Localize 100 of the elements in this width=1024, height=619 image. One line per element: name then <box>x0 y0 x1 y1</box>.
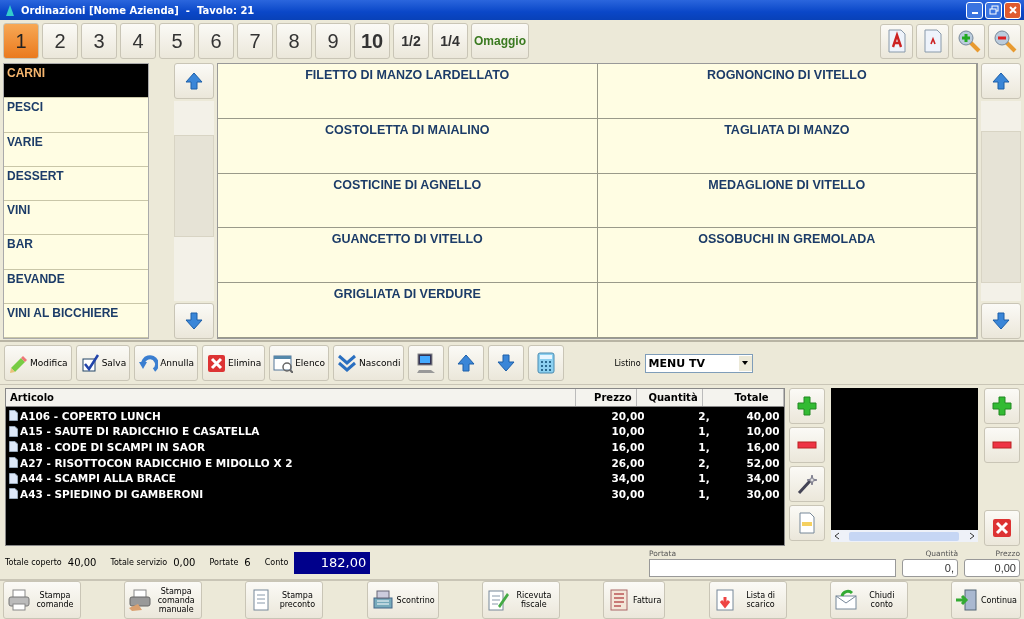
portion-button[interactable]: 4 <box>120 23 156 59</box>
document-icon <box>9 488 18 500</box>
total-cell-text: 52,00 <box>745 455 781 471</box>
action-button[interactable]: Stampa comanda manuale <box>124 581 203 619</box>
minus-icon <box>992 441 1013 449</box>
document-icon <box>9 441 18 453</box>
add-button[interactable] <box>788 388 825 424</box>
product-button[interactable]: ROGNONCINO DI VITELLO <box>597 64 977 119</box>
category-item[interactable]: PESCI <box>4 98 148 133</box>
portata-field[interactable] <box>649 559 896 577</box>
zoom-out-button[interactable] <box>988 23 1021 59</box>
restore-icon <box>988 5 999 15</box>
remove-button[interactable] <box>788 427 825 463</box>
scroll-up-button[interactable] <box>174 63 214 99</box>
large-letter-document-icon <box>886 29 907 53</box>
action-button[interactable]: Chiudi conto <box>829 581 908 619</box>
quantity-cell-text: 2, <box>697 455 711 471</box>
category-item[interactable]: VINI AL BICCHIERE <box>4 303 148 338</box>
product-button[interactable]: GUANCETTO DI VITELLO <box>218 228 598 284</box>
price-field[interactable]: 0,00 <box>964 559 1020 577</box>
price-cell-text: 10,00 <box>610 424 646 440</box>
action-button[interactable]: Continua <box>951 581 1021 619</box>
conto-total: 182,00 <box>294 551 371 574</box>
product-button[interactable]: TAGLIATA DI MANZO <box>597 118 977 174</box>
toolbar-button[interactable]: Elenco <box>269 345 330 381</box>
portion-button[interactable]: 1/4 <box>432 23 468 59</box>
toolbar-button[interactable]: Salva <box>75 345 131 381</box>
product-button[interactable]: COSTOLETTA DI MAIALINO <box>218 118 598 174</box>
portion-button[interactable]: 7 <box>237 23 273 59</box>
up-arrow-icon <box>184 71 204 91</box>
quantity-field[interactable]: 0, <box>902 559 958 577</box>
document-icon <box>9 457 18 469</box>
zoom-in-icon <box>956 29 981 53</box>
portion-button[interactable]: 5 <box>159 23 195 59</box>
quantity-cell-text: 1, <box>697 424 711 440</box>
scrollbar-thumb[interactable] <box>849 531 960 541</box>
quantity-cell-text: 1, <box>697 486 711 502</box>
portate-label: Portate <box>209 558 239 567</box>
category-item[interactable]: VARIE <box>4 132 148 167</box>
portion-button[interactable]: 3 <box>81 23 117 59</box>
calculator-button[interactable] <box>528 345 565 381</box>
portion-button[interactable]: 10 <box>354 23 390 59</box>
action-button[interactable]: Lista di scarico <box>708 581 787 619</box>
total-cell-text: 34,00 <box>745 471 781 486</box>
category-item[interactable]: VINI <box>4 201 148 236</box>
minimize-button[interactable] <box>966 1 983 19</box>
portion-button[interactable]: Omaggio <box>471 23 529 59</box>
scroll-down-button[interactable] <box>174 303 214 339</box>
remove-button[interactable] <box>984 427 1020 463</box>
portion-button[interactable]: 6 <box>198 23 234 59</box>
scrollbar-thumb[interactable] <box>981 131 1021 283</box>
category-item[interactable]: CARNI <box>4 64 148 99</box>
price-cell-text: 34,00 <box>610 471 646 486</box>
article-cell: A106 - COPERTO LUNCH <box>20 409 161 422</box>
category-item[interactable]: DESSERT <box>4 166 148 201</box>
close-button[interactable] <box>1004 1 1021 19</box>
toolbar-button[interactable]: Elimina <box>202 345 266 381</box>
listino-dropdown[interactable]: MENU TV <box>644 353 753 373</box>
magic-wand-button[interactable] <box>788 466 825 502</box>
action-button[interactable]: Ricevuta fiscale <box>481 581 560 619</box>
portion-button[interactable]: 2 <box>42 23 78 59</box>
action-button[interactable]: Scontrino <box>366 581 439 619</box>
action-button[interactable]: Fattura <box>603 581 666 619</box>
font-larger-button[interactable] <box>880 23 913 59</box>
action-button[interactable]: Stampa comande <box>3 581 81 619</box>
zoom-out-icon <box>992 29 1017 53</box>
scrollbar-thumb[interactable] <box>174 135 214 237</box>
envelope-icon <box>833 588 858 612</box>
small-letter-document-icon <box>922 29 943 53</box>
move-up-button[interactable] <box>448 345 485 381</box>
computer-button[interactable] <box>408 345 445 381</box>
column-header: Prezzo <box>575 389 637 406</box>
portion-button[interactable]: 9 <box>315 23 351 59</box>
portion-button[interactable]: 8 <box>276 23 312 59</box>
product-button[interactable]: GRIGLIATA DI VERDURE <box>218 283 598 338</box>
toolbar-button[interactable]: Modifica <box>4 345 72 381</box>
action-button[interactable]: Stampa preconto <box>245 581 324 619</box>
column-header: Articolo <box>6 389 576 406</box>
add-button[interactable] <box>984 388 1020 424</box>
toolbar-button[interactable]: Nascondi <box>333 345 405 381</box>
delete-button[interactable] <box>984 510 1020 546</box>
listino-label: Listino <box>614 358 641 368</box>
portion-button[interactable]: 1 <box>3 23 39 59</box>
scroll-up-button[interactable] <box>981 63 1021 99</box>
magic-wand-icon <box>795 473 818 495</box>
category-item[interactable]: BEVANDE <box>4 269 148 304</box>
quantity-cell-text: 1, <box>697 471 711 486</box>
cash-register-icon <box>370 588 395 612</box>
portion-button[interactable]: 1/2 <box>393 23 429 59</box>
category-item[interactable]: BAR <box>4 235 148 270</box>
product-button[interactable]: MEDAGLIONE DI VITELLO <box>597 173 977 229</box>
restore-button[interactable] <box>985 1 1002 19</box>
zoom-in-button[interactable] <box>952 23 985 59</box>
move-down-button[interactable] <box>488 345 525 381</box>
product-button[interactable]: OSSOBUCHI IN GREMOLADA <box>597 228 977 284</box>
delete-icon <box>992 518 1013 538</box>
toolbar-button[interactable]: Annulla <box>134 345 198 381</box>
product-button[interactable]: FILETTO DI MANZO LARDELLATO <box>218 64 598 119</box>
product-button[interactable]: COSTICINE DI AGNELLO <box>218 173 598 229</box>
scroll-down-button[interactable] <box>981 303 1021 339</box>
